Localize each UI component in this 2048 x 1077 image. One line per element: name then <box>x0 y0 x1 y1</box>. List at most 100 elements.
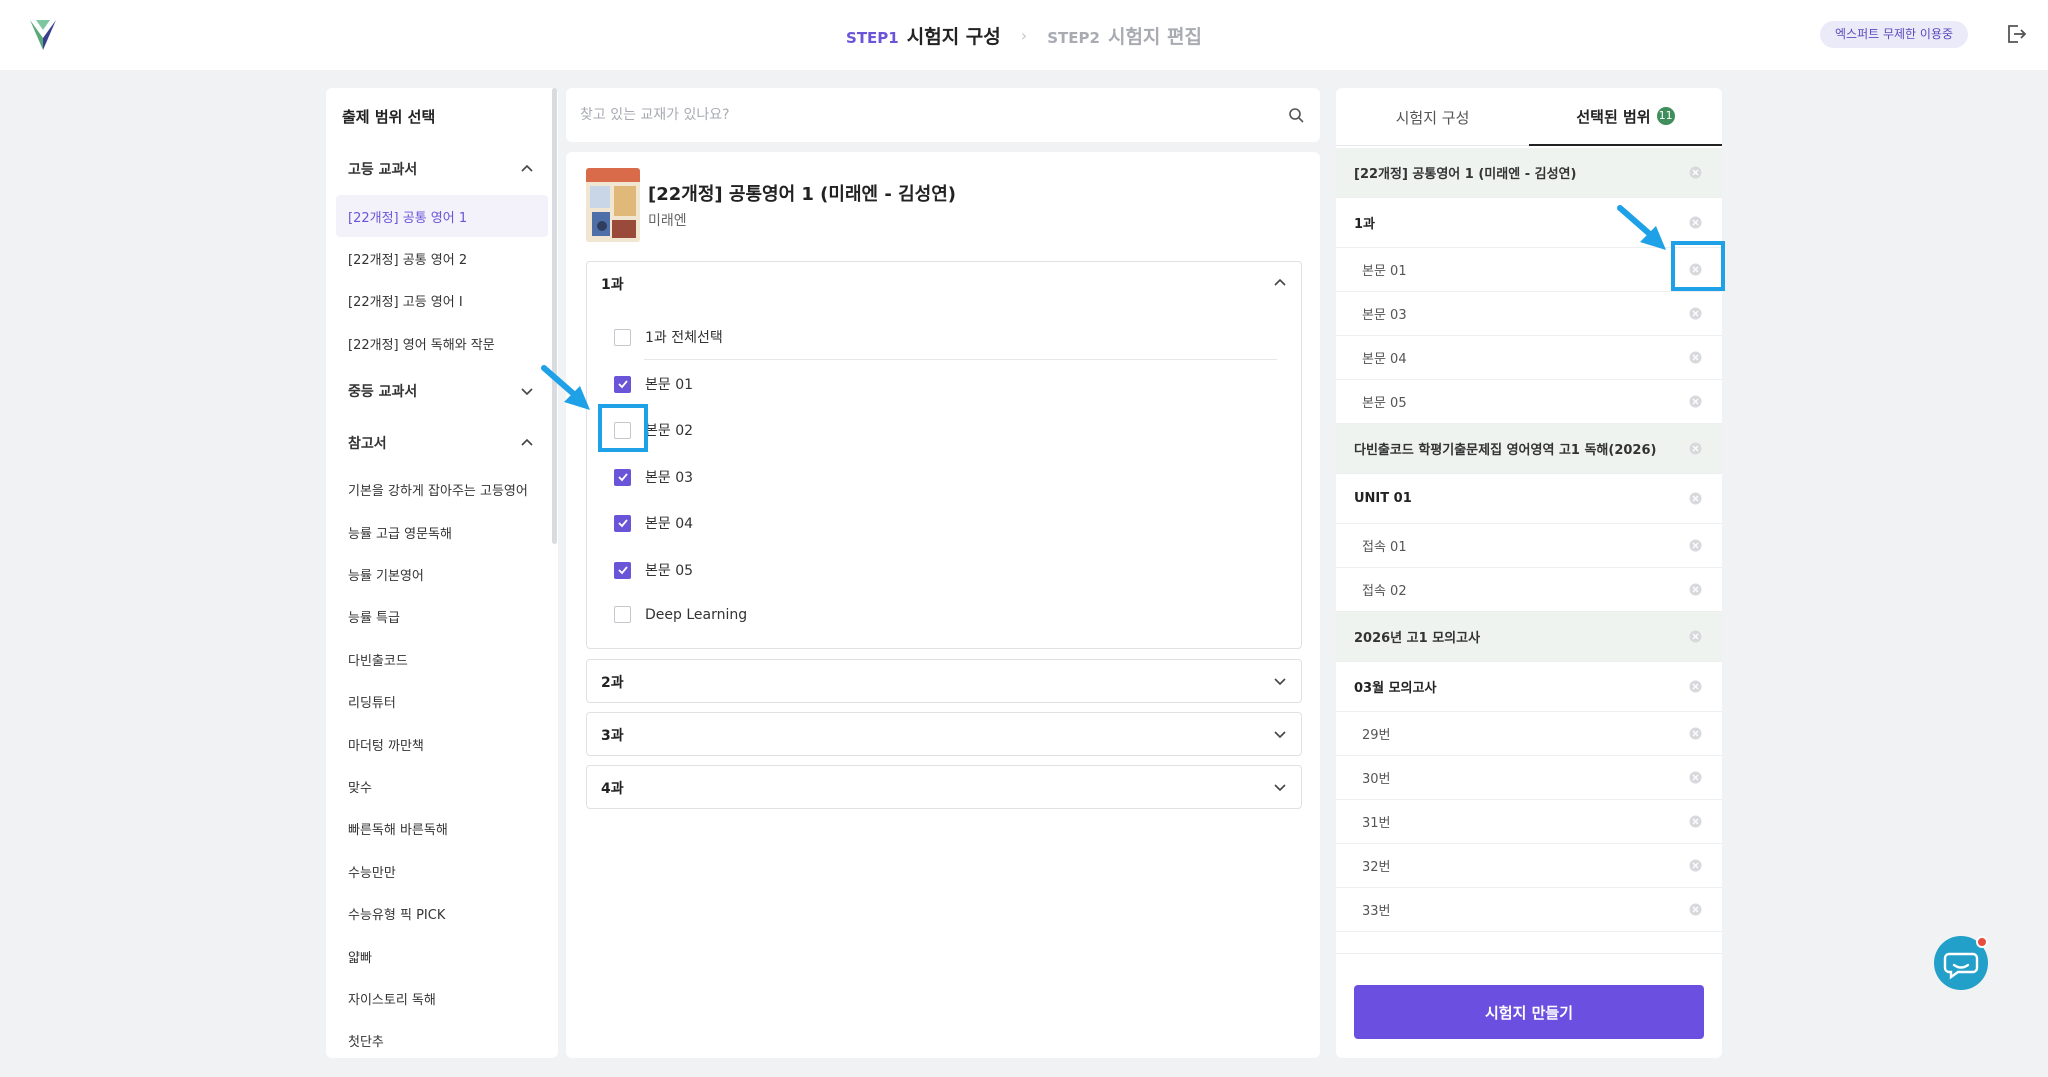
nav-item[interactable]: 수능만만 <box>336 850 548 892</box>
nav-item[interactable]: 빠른독해 바른독해 <box>336 808 548 850</box>
remove-x-icon[interactable] <box>1689 492 1702 505</box>
lesson-item-row[interactable]: 본문 04 <box>614 513 693 533</box>
section-reference-book[interactable]: 참고서 <box>336 417 548 469</box>
chevron-down-icon <box>1274 731 1286 739</box>
lesson-item-row[interactable]: 본문 05 <box>614 560 693 580</box>
item-checkbox[interactable] <box>614 606 631 623</box>
chevron-down-icon <box>521 387 533 395</box>
nav-item[interactable]: 리딩튜터 <box>336 681 548 723</box>
nav-item[interactable]: 자이스토리 독해 <box>336 977 548 1019</box>
create-exam-button[interactable]: 시험지 만들기 <box>1354 985 1704 1039</box>
row-label: 30번 <box>1362 772 1391 787</box>
row-label: UNIT 01 <box>1354 491 1412 506</box>
remove-x-icon[interactable] <box>1689 680 1702 693</box>
chevron-down-icon <box>1274 784 1286 792</box>
nav-item[interactable]: 능률 고급 영문독해 <box>336 511 548 553</box>
remove-x-icon[interactable] <box>1689 903 1702 916</box>
step2-name: 시험지 편집 <box>1107 26 1202 48</box>
chevron-up-icon <box>521 164 533 172</box>
nav-item[interactable]: 능률 기본영어 <box>336 553 548 595</box>
step2[interactable]: STEP2 시험지 편집 <box>1047 22 1202 49</box>
remove-x-icon[interactable] <box>1689 630 1702 643</box>
search-icon[interactable] <box>1288 107 1304 123</box>
remove-x-icon[interactable] <box>1689 539 1702 552</box>
row-label: 29번 <box>1362 728 1391 743</box>
item-label: 본문 02 <box>645 423 694 439</box>
remove-x-icon[interactable] <box>1689 815 1702 828</box>
lesson-accordion-2[interactable]: 2과 <box>586 659 1302 703</box>
panel-title: 출제 범위 선택 <box>342 108 436 126</box>
nav-item[interactable]: 첫단추 <box>336 1020 548 1058</box>
chevron-up-icon <box>1274 278 1286 286</box>
remove-x-icon[interactable] <box>1689 442 1702 455</box>
lesson-header[interactable]: 1과 <box>587 262 1301 305</box>
category-list: 고등 교과서 [22개정] 공통 영어 1 [22개정] 공통 영어 2 [22… <box>336 143 548 1058</box>
left-scrollbar[interactable] <box>552 88 557 544</box>
selected-chapter-row: UNIT 01 <box>1336 474 1722 524</box>
remove-x-icon[interactable] <box>1689 727 1702 740</box>
selected-item-row: 본문 03 <box>1336 292 1722 336</box>
lesson-item-row[interactable]: 본문 01 <box>614 374 693 394</box>
select-all-checkbox[interactable] <box>614 328 631 346</box>
nav-item[interactable]: [22개정] 고등 영어 I <box>336 280 548 322</box>
chevron-up-icon <box>521 438 533 446</box>
search-input[interactable] <box>580 102 1270 128</box>
nav-item[interactable]: 다빈출코드 <box>336 638 548 680</box>
remove-x-icon[interactable] <box>1689 166 1702 179</box>
selected-book-row: 다빈출코드 학평기출문제집 영어영역 고1 독해(2026) <box>1336 424 1722 474</box>
step1[interactable]: STEP1 시험지 구성 <box>846 22 1001 49</box>
section-middle-textbook[interactable]: 중등 교과서 <box>336 365 548 417</box>
section-label: 고등 교과서 <box>348 162 418 178</box>
step1-name: 시험지 구성 <box>906 26 1001 48</box>
select-all-row[interactable]: 1과 전체선택 <box>614 327 723 347</box>
row-label: 본문 01 <box>1362 264 1407 279</box>
tab-exam-compose[interactable]: 시험지 구성 <box>1336 88 1529 146</box>
selected-item-row: 접속 02 <box>1336 568 1722 612</box>
nav-item[interactable]: [22개정] 공통 영어 1 <box>336 195 548 238</box>
nav-item[interactable]: 수능유형 픽 PICK <box>336 892 548 934</box>
item-checkbox[interactable] <box>614 468 631 486</box>
remove-x-icon[interactable] <box>1689 216 1702 229</box>
remove-x-icon[interactable] <box>1689 395 1702 408</box>
logout-icon[interactable] <box>2004 22 2028 46</box>
lesson-header[interactable]: 2과 <box>587 660 1301 703</box>
remove-x-icon[interactable] <box>1689 351 1702 364</box>
lesson-header[interactable]: 3과 <box>587 713 1301 756</box>
item-checkbox[interactable] <box>614 561 631 579</box>
lesson-accordion-1: 1과 <box>586 261 1302 649</box>
nav-item[interactable]: [22개정] 영어 독해와 작문 <box>336 322 548 364</box>
nav-item[interactable]: 능률 특급 <box>336 596 548 638</box>
row-label: 32번 <box>1362 860 1391 875</box>
tab-selected-scope[interactable]: 선택된 범위 11 <box>1529 88 1722 146</box>
remove-x-icon[interactable] <box>1689 307 1702 320</box>
selected-item-row: 31번 <box>1336 800 1722 844</box>
nav-item[interactable]: 얇빠 <box>336 935 548 977</box>
pointer-arrow-icon <box>541 365 590 410</box>
item-label: 본문 03 <box>645 470 694 486</box>
lesson-item-row[interactable]: Deep Learning <box>614 606 747 623</box>
lesson-header[interactable]: 4과 <box>587 766 1301 809</box>
item-checkbox[interactable] <box>614 514 631 532</box>
lesson-item-row[interactable]: 본문 03 <box>614 467 693 487</box>
section-high-textbook[interactable]: 고등 교과서 <box>336 143 548 195</box>
divider <box>644 359 1277 360</box>
item-label: 본문 05 <box>645 563 694 579</box>
step2-number: STEP2 <box>1047 29 1100 47</box>
nav-item[interactable]: 기본을 강하게 잡아주는 고등영어 <box>336 469 548 511</box>
step-indicator: STEP1 시험지 구성 › STEP2 시험지 편집 <box>0 22 2048 49</box>
nav-item[interactable]: 마더텅 까만책 <box>336 723 548 765</box>
selected-item-row: 29번 <box>1336 712 1722 756</box>
remove-x-icon[interactable] <box>1689 859 1702 872</box>
lesson-accordion-3[interactable]: 3과 <box>586 712 1302 756</box>
item-checkbox[interactable] <box>614 375 631 393</box>
lesson-label: 3과 <box>601 727 624 744</box>
row-label: [22개정] 공통영어 1 (미래엔 - 김성연) <box>1354 167 1577 182</box>
item-label: 본문 04 <box>645 516 694 532</box>
selected-book-row: [22개정] 공통영어 1 (미래엔 - 김성연) <box>1336 148 1722 198</box>
remove-x-icon[interactable] <box>1689 583 1702 596</box>
lesson-accordion-4[interactable]: 4과 <box>586 765 1302 809</box>
row-label: 31번 <box>1362 816 1391 831</box>
nav-item[interactable]: 맞수 <box>336 765 548 807</box>
remove-x-icon[interactable] <box>1689 771 1702 784</box>
nav-item[interactable]: [22개정] 공통 영어 2 <box>336 237 548 279</box>
